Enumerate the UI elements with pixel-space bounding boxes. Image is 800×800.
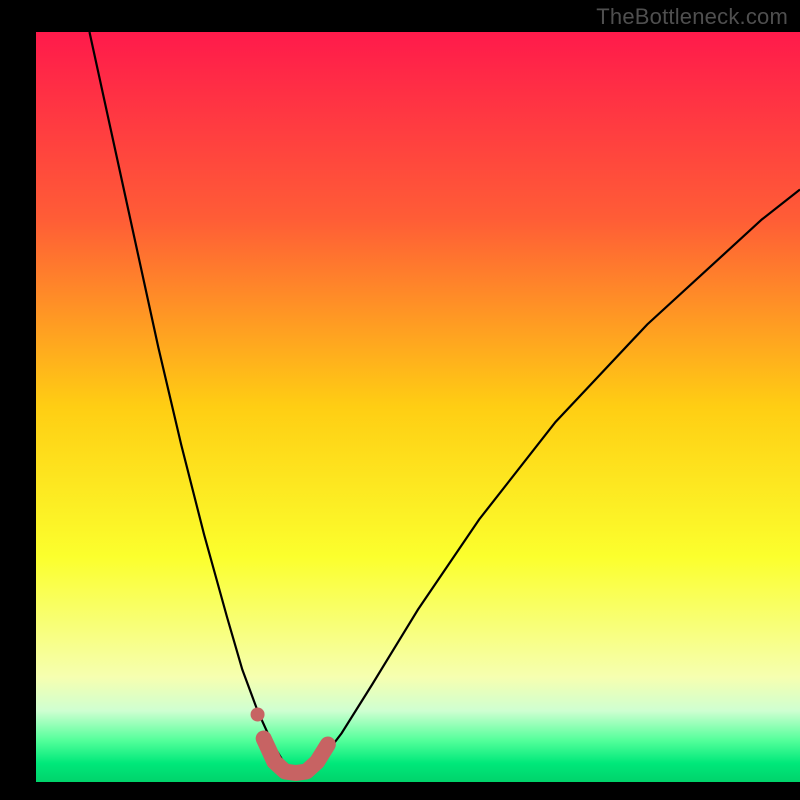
chart-svg — [0, 0, 800, 800]
marker-group — [251, 708, 265, 722]
watermark-text: TheBottleneck.com — [596, 4, 788, 30]
chart-frame: TheBottleneck.com — [0, 0, 800, 800]
marker-highlight-dot — [251, 708, 265, 722]
plot-background — [36, 32, 800, 782]
